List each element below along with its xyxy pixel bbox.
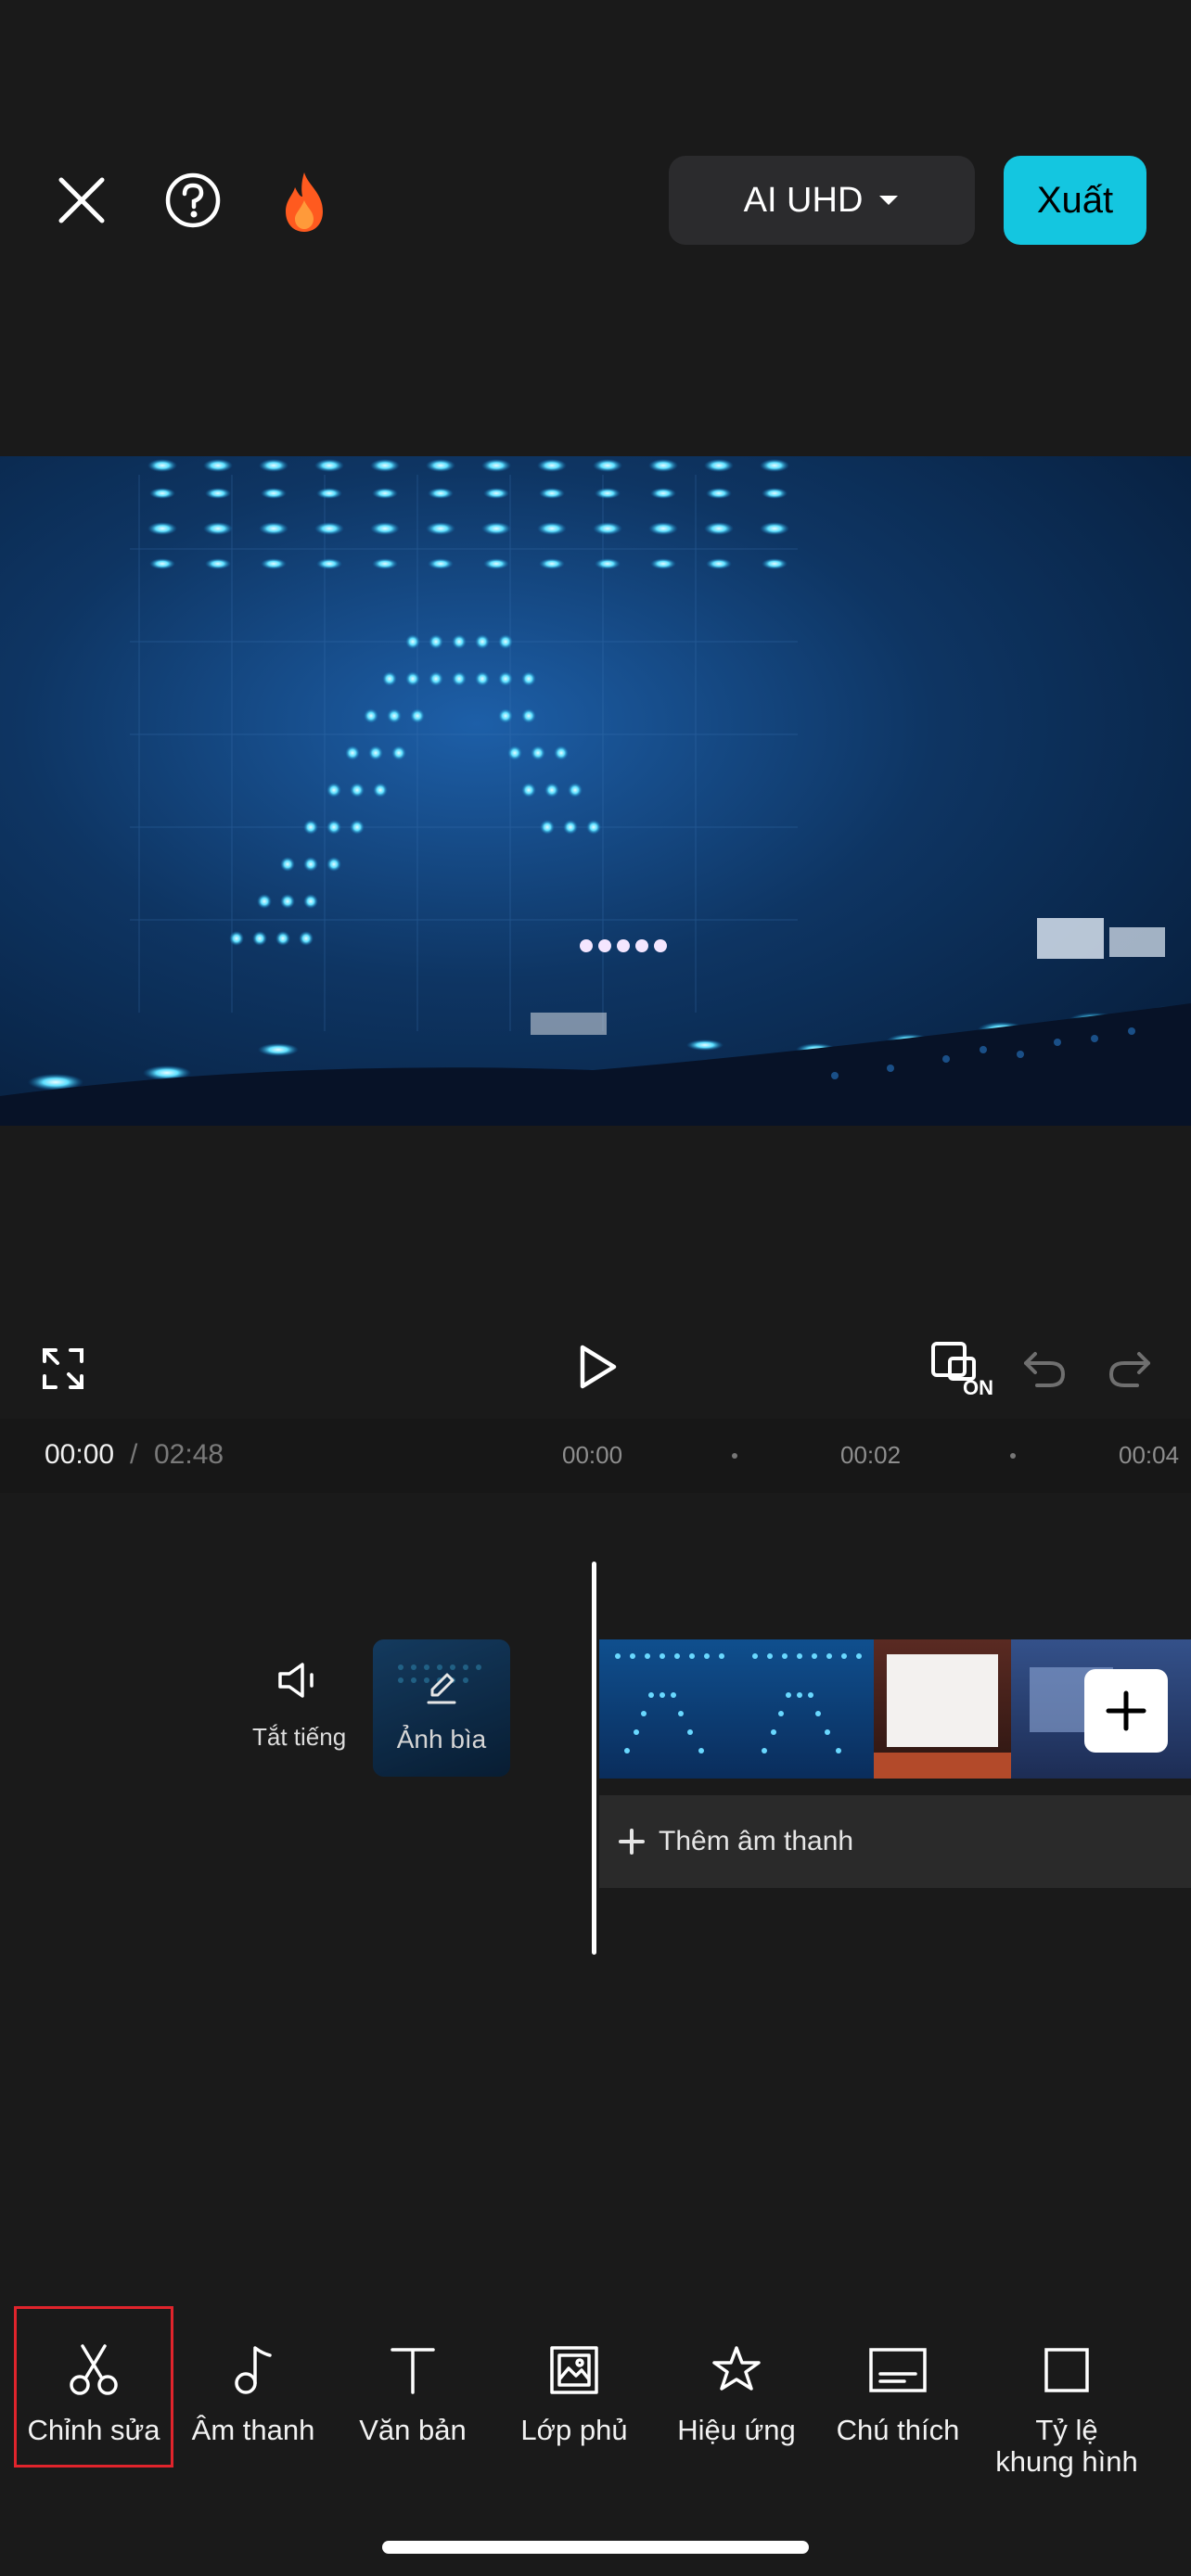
redo-icon[interactable]: [1104, 1343, 1156, 1395]
tick-label: 00:04: [1119, 1441, 1180, 1469]
home-indicator[interactable]: [382, 2541, 809, 2554]
plus-icon: [1106, 1690, 1146, 1731]
cover-thumbnail[interactable]: Ảnh bìa: [373, 1639, 510, 1777]
tool-label: Tỷ lệ khung hình: [995, 2414, 1138, 2478]
clip-frame: [599, 1639, 736, 1779]
tick-dot: [732, 1453, 737, 1459]
time-separator: /: [130, 1439, 138, 1470]
edit-pencil-icon: [421, 1667, 462, 1708]
video-frame-image: [0, 459, 1191, 1126]
aspect-ratio-icon: [1041, 2333, 1093, 2407]
tick-dot: [1010, 1453, 1016, 1459]
playhead[interactable]: [592, 1562, 596, 1955]
tool-label: Hiệu ứng: [677, 2414, 796, 2446]
tool-aspect-ratio[interactable]: Tỷ lệ khung hình: [981, 2300, 1152, 2485]
play-icon[interactable]: [570, 1339, 625, 1395]
speaker-icon[interactable]: [273, 1654, 325, 1706]
text-icon: [385, 2333, 441, 2407]
tool-label: Lớp phủ: [520, 2414, 628, 2446]
export-label: Xuất: [1036, 179, 1114, 221]
video-preview[interactable]: [0, 456, 1191, 1126]
tick-label: 00:00: [562, 1441, 623, 1469]
total-time: 02:48: [154, 1439, 224, 1470]
tool-effects[interactable]: Hiệu ứng: [657, 2300, 816, 2485]
tool-audio[interactable]: Âm thanh: [174, 2300, 332, 2485]
export-button[interactable]: Xuất: [1004, 156, 1146, 245]
add-audio-label: Thêm âm thanh: [659, 1826, 854, 1856]
keyframe-badge: ON: [963, 1376, 993, 1399]
clip-frame: [874, 1639, 1011, 1779]
clip-frame: [736, 1639, 874, 1779]
overlay-icon: [546, 2333, 602, 2407]
mute-label[interactable]: Tắt tiếng: [252, 1723, 346, 1752]
tool-captions[interactable]: Chú thích: [818, 2300, 978, 2485]
quality-label: AI UHD: [743, 180, 864, 220]
selection-highlight: [14, 2306, 173, 2468]
current-time: 00:00: [45, 1439, 115, 1470]
fullscreen-icon[interactable]: [37, 1343, 89, 1395]
tool-overlay[interactable]: Lớp phủ: [495, 2300, 653, 2485]
add-audio-button[interactable]: Thêm âm thanh: [599, 1795, 1191, 1888]
help-icon[interactable]: [160, 167, 226, 234]
undo-icon[interactable]: [1018, 1343, 1070, 1395]
cover-label: Ảnh bìa: [396, 1725, 487, 1753]
tool-text[interactable]: Văn bản: [334, 2300, 492, 2485]
close-icon[interactable]: [48, 167, 115, 234]
tool-label: Âm thanh: [191, 2414, 315, 2446]
effects-star-icon: [709, 2333, 764, 2407]
plus-icon: [619, 1829, 645, 1855]
caret-down-icon: [879, 196, 899, 205]
quality-selector-button[interactable]: AI UHD: [669, 156, 975, 245]
tool-label: Văn bản: [359, 2414, 467, 2446]
add-clip-button[interactable]: [1084, 1669, 1168, 1753]
music-note-icon: [225, 2333, 281, 2407]
captions-icon: [867, 2333, 928, 2407]
tick-label: 00:02: [840, 1441, 902, 1469]
fire-icon[interactable]: [271, 165, 338, 239]
tool-label: Chú thích: [836, 2414, 960, 2446]
bottom-toolbar: Chỉnh sửa Âm thanh Văn bản Lớp phủ Hiệu …: [0, 2300, 1191, 2485]
